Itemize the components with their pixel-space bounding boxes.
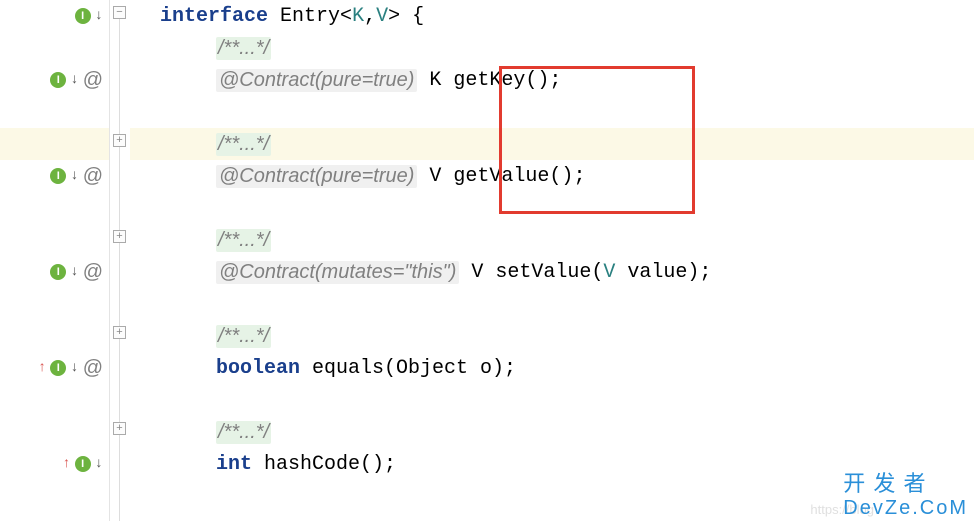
gutter-row: ↑ ↓ @ [0,352,109,384]
fold-minus-icon[interactable]: − [113,6,126,19]
fold-plus-icon[interactable]: + [113,422,126,435]
class-name: Entry [268,5,340,28]
implementation-icon[interactable] [50,264,66,280]
keyword: int [216,453,252,476]
fold-column: − + + + + [110,0,130,521]
code-editor: ↓ ↓ @ ↓ @ ↓ @ ↑ ↓ @ [0,0,974,521]
code-line: /**...*/ [160,416,974,448]
method-name: hashCode(); [252,453,396,476]
code-line: /**...*/ [160,224,974,256]
override-up-icon[interactable]: ↑ [62,456,70,472]
method-name: setValue( [495,261,603,284]
type-param: V [376,5,388,28]
method-name: getValue() [453,165,573,188]
override-up-icon[interactable]: ↑ [38,360,46,376]
code-line: @Contract(pure=true) K getKey(); [160,64,974,96]
implementation-icon[interactable] [50,360,66,376]
override-down-icon[interactable]: ↓ [70,72,78,88]
keyword: interface [160,5,268,28]
implementation-icon[interactable] [50,72,66,88]
method-name: getKey(); [453,69,561,92]
override-down-icon[interactable]: ↓ [95,456,103,472]
folded-javadoc[interactable]: /**...*/ [216,421,271,444]
gutter: ↓ ↓ @ ↓ @ ↓ @ ↑ ↓ @ [0,0,110,521]
code-line: boolean equals(Object o); [160,352,974,384]
gutter-row: ↓ @ [0,160,109,192]
gutter-row: ↓ @ [0,64,109,96]
code-line: interface Entry<K,V> { [160,0,974,32]
implementation-icon[interactable] [50,168,66,184]
code-line: @Contract(pure=true) V getValue(); [160,160,974,192]
code-line-highlighted: /**...*/ [130,128,974,160]
keyword: boolean [216,357,300,380]
fold-plus-icon[interactable]: + [113,326,126,339]
annotation-icon[interactable]: @ [83,261,103,284]
method-name: equals(Object o); [300,357,516,380]
override-down-icon[interactable]: ↓ [70,264,78,280]
folded-javadoc[interactable]: /**...*/ [216,229,271,252]
folded-javadoc[interactable]: /**...*/ [216,325,271,348]
folded-javadoc[interactable]: /**...*/ [216,37,271,60]
gutter-row: ↓ @ [0,256,109,288]
annotation-icon[interactable]: @ [83,357,103,380]
override-down-icon[interactable]: ↓ [70,360,78,376]
code-area[interactable]: interface Entry<K,V> { /**...*/ @Contrac… [130,0,974,521]
code-line: /**...*/ [160,32,974,64]
fold-plus-icon[interactable]: + [113,230,126,243]
annotation-icon[interactable]: @ [83,165,103,188]
contract-annotation: @Contract(mutates="this") [216,261,459,284]
override-down-icon[interactable]: ↓ [70,168,78,184]
watermark-devze: 开 发 者 DevZe.CoM [843,472,968,519]
type-param: K [352,5,364,28]
code-line: @Contract(mutates="this") V setValue(V v… [160,256,974,288]
contract-annotation: @Contract(pure=true) [216,69,417,92]
code-line: /**...*/ [160,320,974,352]
implementation-icon[interactable] [75,8,91,24]
contract-annotation: @Contract(pure=true) [216,165,417,188]
annotation-icon[interactable]: @ [83,69,103,92]
folded-javadoc[interactable]: /**...*/ [216,133,271,156]
override-down-icon[interactable]: ↓ [95,8,103,24]
implementation-icon[interactable] [75,456,91,472]
gutter-row: ↑ ↓ [0,448,109,480]
gutter-row: ↓ [0,0,109,32]
fold-plus-icon[interactable]: + [113,134,126,147]
